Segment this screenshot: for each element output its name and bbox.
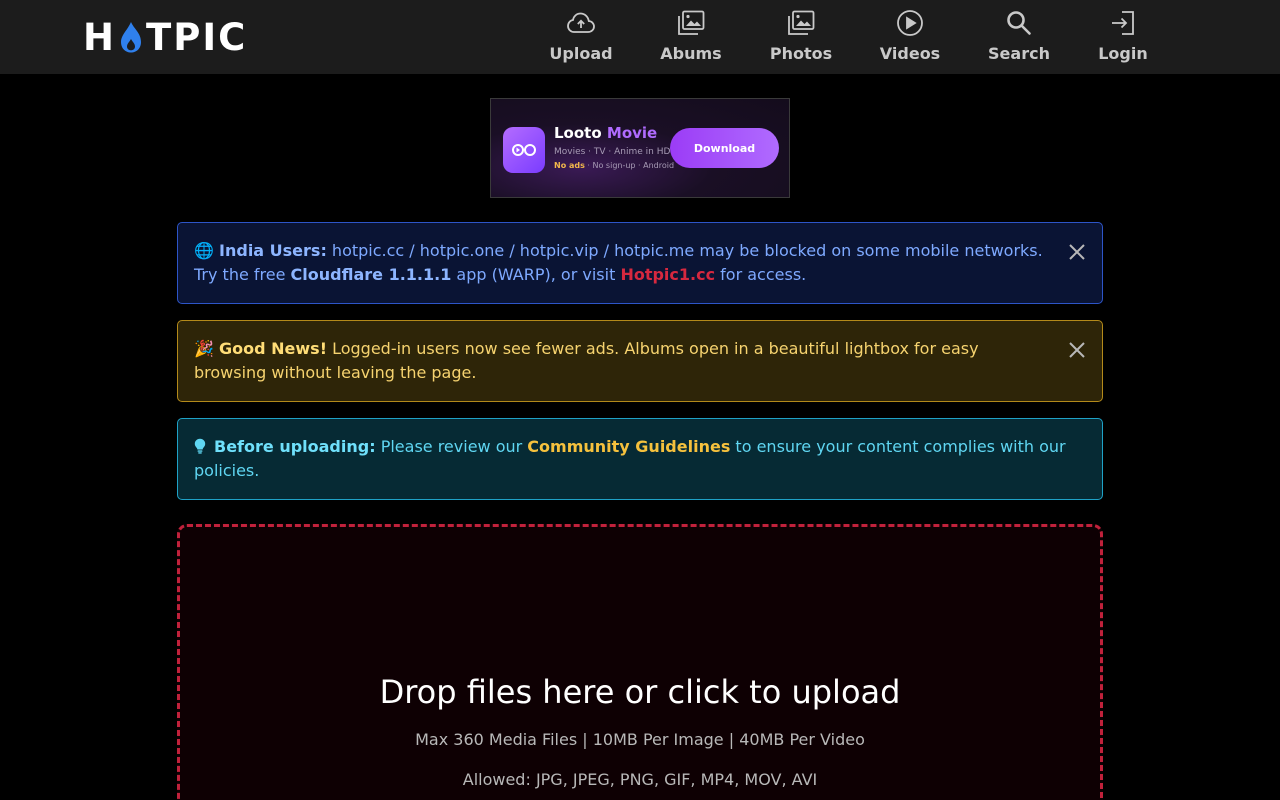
- nav-label: Search: [988, 44, 1050, 63]
- close-icon[interactable]: [1067, 242, 1087, 262]
- top-navbar: H TPIC Upload Abums Photos Videos Search…: [0, 0, 1280, 74]
- ad-tagline: Movies · TV · Anime in HD: [554, 147, 671, 157]
- app-icon: [503, 127, 545, 173]
- globe-icon: 🌐: [194, 241, 214, 260]
- nav-photos[interactable]: Photos: [765, 0, 837, 74]
- nav-label: Login: [1098, 44, 1148, 63]
- nav-label: Upload: [549, 44, 613, 63]
- alert-title: Good News!: [219, 339, 327, 358]
- party-icon: 🎉: [194, 339, 214, 358]
- hotpic-logo[interactable]: H TPIC: [83, 15, 248, 59]
- india-users-alert: 🌐 India Users: hotpic.cc / hotpic.one / …: [177, 222, 1103, 304]
- dropzone-allowed-types: Allowed: JPG, JPEG, PNG, GIF, MP4, MOV, …: [462, 770, 818, 789]
- alert-text: Before uploading: Please review our Comm…: [194, 437, 1066, 480]
- nav-login[interactable]: Login: [1093, 0, 1153, 74]
- nav-upload[interactable]: Upload: [544, 0, 618, 74]
- nav-videos[interactable]: Videos: [875, 0, 945, 74]
- guidelines-alert: Before uploading: Please review our Comm…: [177, 418, 1103, 500]
- nav-label: Photos: [769, 44, 833, 63]
- dropzone-limits: Max 360 Media Files | 10MB Per Image | 4…: [415, 730, 865, 749]
- ad-banner[interactable]: Looto Movie Movies · TV · Anime in HD No…: [490, 98, 790, 198]
- ad-details: No ads · No sign-up · Android: [554, 161, 675, 170]
- search-icon: [1005, 9, 1033, 37]
- logo-text-right: TPIC: [145, 15, 248, 59]
- nav-search[interactable]: Search: [984, 0, 1054, 74]
- nav-albums[interactable]: Abums: [655, 0, 727, 74]
- album-icon: [677, 9, 705, 37]
- upload-dropzone[interactable]: Drop files here or click to upload Max 3…: [177, 524, 1103, 800]
- nav-label: Videos: [879, 44, 941, 63]
- login-icon: [1109, 9, 1137, 37]
- cloudflare-label: Cloudflare 1.1.1.1: [290, 265, 452, 284]
- logo-text-left: H: [83, 15, 116, 59]
- good-news-alert: 🎉 Good News! Logged-in users now see few…: [177, 320, 1103, 402]
- close-icon[interactable]: [1067, 340, 1087, 360]
- community-guidelines-link[interactable]: Community Guidelines: [527, 437, 730, 456]
- dropzone-title: Drop files here or click to upload: [379, 673, 901, 711]
- alert-title: Before uploading:: [214, 437, 376, 456]
- lightbulb-icon: [194, 438, 206, 454]
- nav-label: Abums: [660, 44, 722, 63]
- alert-text: 🎉 Good News! Logged-in users now see few…: [194, 339, 979, 382]
- flame-icon: [120, 22, 141, 53]
- cloud-upload-icon: [567, 9, 595, 37]
- photo-icon: [787, 9, 815, 37]
- ad-title: Looto Movie: [554, 124, 658, 142]
- hotpic1-link[interactable]: Hotpic1.cc: [620, 265, 715, 284]
- play-circle-icon: [896, 9, 924, 37]
- alert-title: India Users:: [219, 241, 327, 260]
- alert-text: 🌐 India Users: hotpic.cc / hotpic.one / …: [194, 241, 1043, 284]
- ad-download-button[interactable]: Download: [670, 128, 779, 168]
